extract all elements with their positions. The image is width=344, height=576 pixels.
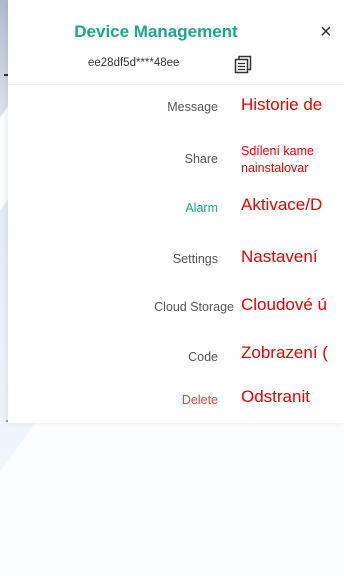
annotation-text: Sdílení kame: [241, 144, 314, 158]
menu-item-label: Cloud Storage: [154, 300, 234, 314]
annotation-text: Aktivace/D: [241, 195, 323, 214]
menu-item-cloud-storage[interactable]: Cloud Storage Cloudové ú: [8, 280, 344, 332]
annotation-text: Cloudové ú: [241, 295, 328, 314]
annotation-text: nainstalovar: [241, 161, 309, 175]
annotation-text: Nastavení: [241, 247, 318, 266]
menu-item-label: Share: [184, 152, 218, 166]
menu-item-share[interactable]: Share Sdílení kame nainstalovar: [8, 132, 344, 184]
device-management-panel: Device Management × ee28df5d****48ee Mes…: [8, 0, 344, 423]
corner-mark: [6, 420, 8, 422]
close-icon[interactable]: ×: [320, 22, 332, 42]
menu-item-settings[interactable]: Settings Nastavení: [8, 232, 344, 284]
menu-item-alarm[interactable]: Alarm Aktivace/D: [8, 180, 344, 232]
panel-title: Device Management: [74, 22, 238, 41]
copy-icon[interactable]: [232, 53, 254, 75]
annotation-text: Zobrazení (: [241, 343, 328, 362]
annotation-text: Odstranit: [241, 387, 310, 406]
menu-item-message[interactable]: Message Historie de: [8, 80, 344, 132]
device-id: ee28df5d****48ee: [88, 57, 180, 69]
menu-item-label: Message: [167, 100, 218, 114]
menu-item-label: Code: [188, 350, 218, 364]
annotation-text: Historie de: [241, 95, 323, 114]
menu-item-delete[interactable]: Delete Odstranit: [8, 371, 344, 423]
menu-item-label: Delete: [181, 393, 218, 407]
menu-item-label: Alarm: [185, 201, 218, 215]
menu-item-label: Settings: [172, 252, 218, 266]
